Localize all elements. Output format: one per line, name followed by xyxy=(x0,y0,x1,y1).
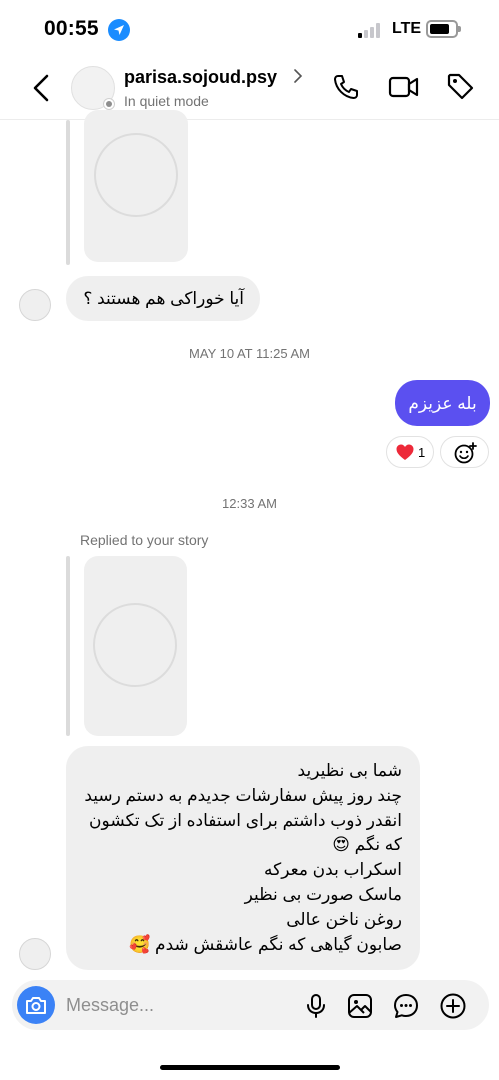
quiet-mode-indicator-icon xyxy=(103,98,115,110)
incoming-message[interactable]: آیا خوراکی هم هستند ؟ xyxy=(66,276,260,321)
timestamp: MAY 10 AT 11:25 AM xyxy=(189,346,310,361)
status-time: 00:55 xyxy=(44,17,99,40)
story-reply-bar xyxy=(66,120,70,265)
microphone-icon[interactable] xyxy=(302,992,330,1020)
chat-sticker-icon[interactable] xyxy=(392,992,420,1020)
incoming-message-long[interactable]: شما بی نظیرید چند روز پیش سفارشات جدیدم … xyxy=(66,746,420,970)
gallery-icon[interactable] xyxy=(346,992,374,1020)
chevron-right-icon[interactable] xyxy=(293,69,303,88)
contact-status: In quiet mode xyxy=(124,93,209,109)
back-chevron-icon[interactable] xyxy=(28,72,56,104)
sender-avatar[interactable] xyxy=(19,938,51,970)
add-reaction-button[interactable] xyxy=(440,436,489,468)
contact-username[interactable]: parisa.sojoud.psy xyxy=(124,67,277,88)
story-thumbnail[interactable] xyxy=(84,556,187,736)
phone-icon[interactable] xyxy=(331,72,361,102)
message-line: روغن ناخن عالی xyxy=(286,909,402,929)
network-type: LTE xyxy=(392,20,422,37)
location-arrow-icon xyxy=(108,19,130,41)
message-line: شما بی نظیرید xyxy=(297,761,402,780)
message-line: صابون گیاهی که نگم عاشقش شدم 🥰 xyxy=(129,934,402,954)
plus-icon[interactable] xyxy=(439,992,467,1020)
outgoing-message[interactable]: بله عزیزم xyxy=(395,380,490,426)
camera-icon[interactable] xyxy=(17,986,55,1024)
status-bar: 00:55 LTE xyxy=(0,0,499,58)
tag-icon[interactable] xyxy=(446,72,476,102)
add-emoji-icon xyxy=(454,442,477,464)
reaction-count: 1 xyxy=(418,445,426,460)
video-camera-icon[interactable] xyxy=(388,72,419,102)
heart-icon xyxy=(396,444,414,460)
message-line: اسکراب بدن معرکه xyxy=(264,860,402,880)
message-input[interactable] xyxy=(66,993,286,1017)
signal-bars-icon xyxy=(358,22,384,38)
message-composer xyxy=(12,980,489,1030)
message-line: که نگم 😍 xyxy=(332,835,402,855)
sender-avatar[interactable] xyxy=(19,289,51,321)
chat-header: parisa.sojoud.psy In quiet mode xyxy=(0,58,499,120)
message-line: چند روز پیش سفارشات جدیدم به دستم رسید xyxy=(84,785,402,805)
message-text: بله عزیزم xyxy=(408,394,477,413)
message-text: آیا خوراکی هم هستند ؟ xyxy=(83,289,244,308)
story-thumbnail[interactable] xyxy=(84,110,188,262)
battery-icon xyxy=(426,20,461,38)
story-reply-bar xyxy=(66,556,70,736)
home-indicator[interactable] xyxy=(160,1065,340,1070)
message-line: انقدر ذوب داشتم برای استفاده از تک تکشون xyxy=(89,810,402,830)
reaction-badge[interactable]: 1 xyxy=(386,436,434,468)
timestamp: 12:33 AM xyxy=(222,496,277,511)
replied-to-story-label: Replied to your story xyxy=(80,532,209,548)
message-line: ماسک صورت بی نظیر xyxy=(244,884,402,904)
